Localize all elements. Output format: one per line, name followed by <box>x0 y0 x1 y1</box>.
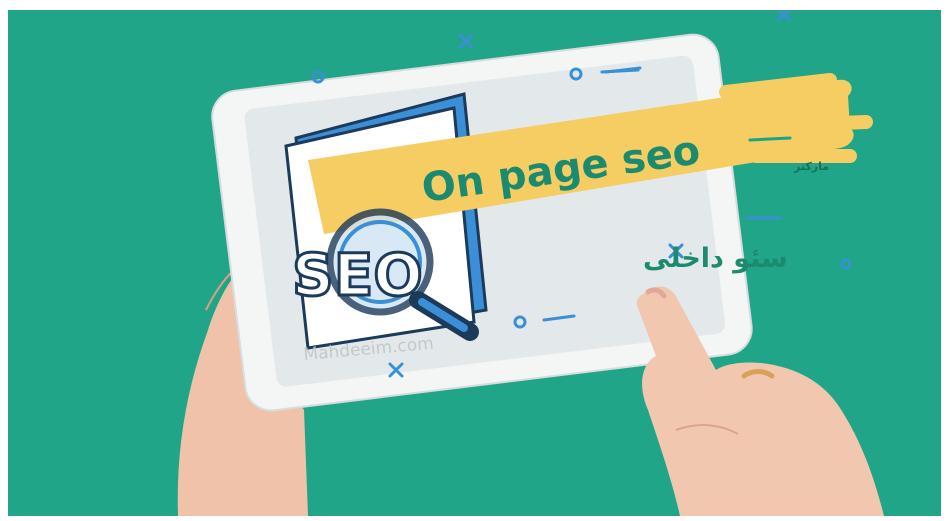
hero-image: On page seo مارکتر سئو داخلی SEO Mahdeei… <box>8 10 941 516</box>
brand-mark: مارکتر <box>793 160 829 173</box>
hero-illustration: On page seo مارکتر سئو داخلی SEO Mahdeei… <box>8 10 941 516</box>
page: On page seo مارکتر سئو داخلی SEO Mahdeei… <box>0 0 949 521</box>
subtitle: سئو داخلی <box>643 243 788 274</box>
seo-word: SEO <box>292 241 423 309</box>
